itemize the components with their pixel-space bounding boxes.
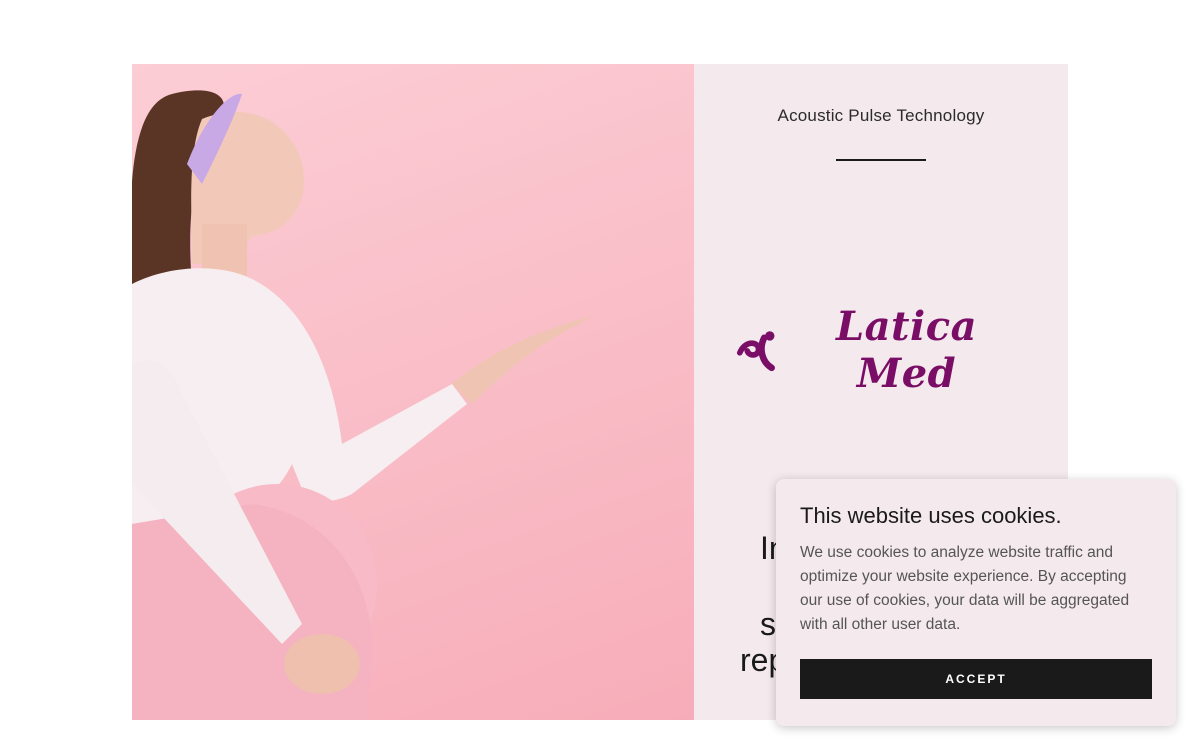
cookie-banner-title: This website uses cookies.: [800, 503, 1062, 528]
cookie-banner-body: We use cookies to analyze website traffi…: [800, 544, 1130, 633]
logo-wordmark: Latica Med: [836, 303, 978, 397]
title-divider: [836, 159, 926, 161]
hero-subtitle: Acoustic Pulse Technology: [777, 106, 985, 125]
hero-photo-illustration: [132, 90, 592, 720]
cookie-banner: This website uses cookies. We use cookie…: [776, 479, 1176, 726]
hero-image: [132, 64, 694, 720]
logo-mark-icon: [736, 331, 775, 372]
latica-med-logo: Latica Med: [736, 303, 1026, 397]
accept-cookies-button[interactable]: ACCEPT: [800, 659, 1152, 699]
